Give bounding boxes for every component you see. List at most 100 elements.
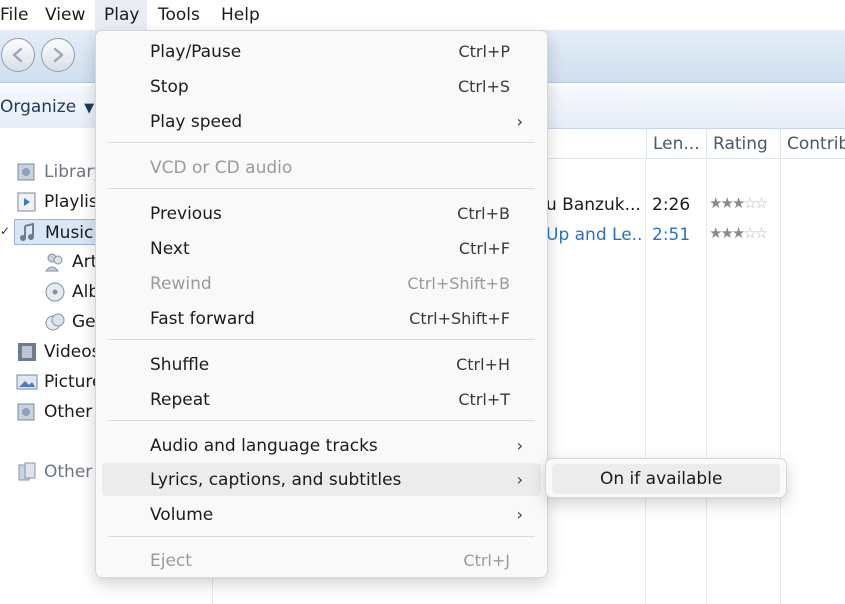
tree-library[interactable]: Library xyxy=(16,159,103,185)
tree-label: Art xyxy=(72,252,98,272)
column-divider xyxy=(645,158,646,604)
menu-item-eject: Eject Ctrl+J xyxy=(102,544,541,577)
menu-separator xyxy=(108,188,535,189)
submenu-item-on-if-available[interactable]: On if available xyxy=(552,464,780,494)
menu-item-label: Eject xyxy=(150,551,192,571)
expander-icon[interactable]: ✓ xyxy=(0,224,10,238)
row1-length: 2:26 xyxy=(652,195,691,215)
music-note-icon xyxy=(17,222,39,244)
menu-item-label: Shuffle xyxy=(150,355,210,375)
row2-title[interactable]: Up and Le... xyxy=(546,221,642,249)
caret-down-icon: ▼ xyxy=(84,101,95,116)
menu-item-volume[interactable]: Volume › xyxy=(102,498,541,531)
tree-label: Music xyxy=(45,223,94,243)
column-contributing-artist[interactable]: Contrib xyxy=(780,128,845,158)
menu-item-label: Previous xyxy=(150,204,222,224)
tree-music[interactable]: Music xyxy=(14,219,97,245)
album-disc-icon xyxy=(44,281,66,303)
tree-label: Ge xyxy=(72,312,96,332)
library-icon xyxy=(16,161,38,183)
column-rating[interactable]: Rating xyxy=(706,128,780,158)
menu-view[interactable]: View xyxy=(45,0,90,30)
menu-item-repeat[interactable]: Repeat Ctrl+T xyxy=(102,383,541,416)
submenu-arrow-icon: › xyxy=(516,436,523,455)
tree-label: Picture xyxy=(44,372,103,392)
other-libraries-icon xyxy=(16,461,38,483)
menu-item-shortcut: Ctrl+H xyxy=(456,355,510,374)
menu-separator xyxy=(108,420,535,421)
column-divider xyxy=(706,158,707,604)
menu-tools[interactable]: Tools xyxy=(158,0,208,30)
menu-bar: File View Play Tools Help xyxy=(0,0,845,30)
menu-item-label: Play/Pause xyxy=(150,42,242,62)
menu-separator xyxy=(108,142,535,143)
row2-length: 2:51 xyxy=(652,225,691,245)
menu-item-shuffle[interactable]: Shuffle Ctrl+H xyxy=(102,348,541,381)
organize-label: Organize xyxy=(0,97,77,117)
menu-item-label: Volume xyxy=(150,505,214,525)
menu-item-label: Repeat xyxy=(150,390,210,410)
menu-item-label: Stop xyxy=(150,77,189,97)
menu-item-lyrics-captions-subtitles[interactable]: Lyrics, captions, and subtitles › xyxy=(102,463,541,496)
menu-item-next[interactable]: Next Ctrl+F xyxy=(102,232,541,265)
menu-item-label: Fast forward xyxy=(150,309,255,329)
submenu-arrow-icon: › xyxy=(516,505,523,524)
menu-item-shortcut: Ctrl+P xyxy=(458,42,510,61)
row1-rating-stars[interactable]: ★★★☆☆ xyxy=(709,194,768,212)
submenu-item-label: On if available xyxy=(600,469,723,489)
tree-other-media[interactable]: Other xyxy=(16,399,92,425)
tree-label: Videos xyxy=(44,342,101,362)
forward-arrow-icon xyxy=(53,47,64,63)
back-arrow-icon xyxy=(12,47,23,63)
menu-item-shortcut: Ctrl+Shift+F xyxy=(409,309,510,328)
menu-item-shortcut: Ctrl+B xyxy=(457,204,510,223)
menu-item-fast-forward[interactable]: Fast forward Ctrl+Shift+F xyxy=(102,302,541,335)
menu-item-label: VCD or CD audio xyxy=(150,158,293,178)
picture-icon xyxy=(16,371,38,393)
tree-label: Other xyxy=(44,402,93,422)
menu-item-shortcut: Ctrl+T xyxy=(458,390,510,409)
tree-other-libraries[interactable]: Other xyxy=(16,459,92,485)
menu-item-label: Play speed xyxy=(150,112,243,132)
tree-label: Playlis xyxy=(44,192,98,212)
menu-item-label: Rewind xyxy=(150,274,212,294)
row2-rating-stars[interactable]: ★★★☆☆ xyxy=(709,224,768,242)
menu-help[interactable]: Help xyxy=(221,0,265,30)
menu-separator xyxy=(108,339,535,340)
organize-button[interactable]: Organize ▼ xyxy=(0,86,94,128)
menu-item-play-pause[interactable]: Play/Pause Ctrl+P xyxy=(102,35,541,68)
column-length[interactable]: Len... xyxy=(646,128,706,158)
menu-item-play-speed[interactable]: Play speed › xyxy=(102,105,541,138)
tree-album[interactable]: Alb xyxy=(44,279,99,305)
menu-item-vcd-cd-audio: VCD or CD audio xyxy=(102,151,541,184)
column-divider xyxy=(780,158,781,604)
row1-title[interactable]: u Banzuk... xyxy=(546,191,642,219)
menu-play[interactable]: Play xyxy=(95,0,147,30)
menu-item-label: Lyrics, captions, and subtitles xyxy=(150,470,402,490)
video-film-icon xyxy=(16,341,38,363)
menu-item-label: Audio and language tracks xyxy=(150,436,378,456)
tree-pictures[interactable]: Picture xyxy=(16,369,102,395)
lyrics-submenu: On if available xyxy=(545,458,787,498)
back-button[interactable] xyxy=(1,38,35,72)
menu-item-shortcut: Ctrl+F xyxy=(458,239,510,258)
menu-file[interactable]: File xyxy=(0,0,30,30)
menu-item-shortcut: Ctrl+S xyxy=(457,77,510,96)
genre-icon xyxy=(44,311,66,333)
tree-genre[interactable]: Ge xyxy=(44,309,96,335)
artist-icon xyxy=(44,251,66,273)
tree-playlists[interactable]: Playlis xyxy=(16,189,98,215)
menu-separator xyxy=(108,536,535,537)
menu-item-shortcut: Ctrl+J xyxy=(463,551,510,570)
tree-label: Other xyxy=(44,462,93,482)
playlist-icon xyxy=(16,191,38,213)
menu-item-audio-language-tracks[interactable]: Audio and language tracks › xyxy=(102,429,541,462)
other-media-icon xyxy=(16,401,38,423)
menu-item-shortcut: Ctrl+Shift+B xyxy=(407,274,510,293)
submenu-arrow-icon: › xyxy=(516,112,523,131)
forward-button[interactable] xyxy=(41,38,75,72)
tree-videos[interactable]: Videos xyxy=(16,339,101,365)
menu-item-previous[interactable]: Previous Ctrl+B xyxy=(102,197,541,230)
tree-artist[interactable]: Art xyxy=(44,249,97,275)
menu-item-stop[interactable]: Stop Ctrl+S xyxy=(102,70,541,103)
